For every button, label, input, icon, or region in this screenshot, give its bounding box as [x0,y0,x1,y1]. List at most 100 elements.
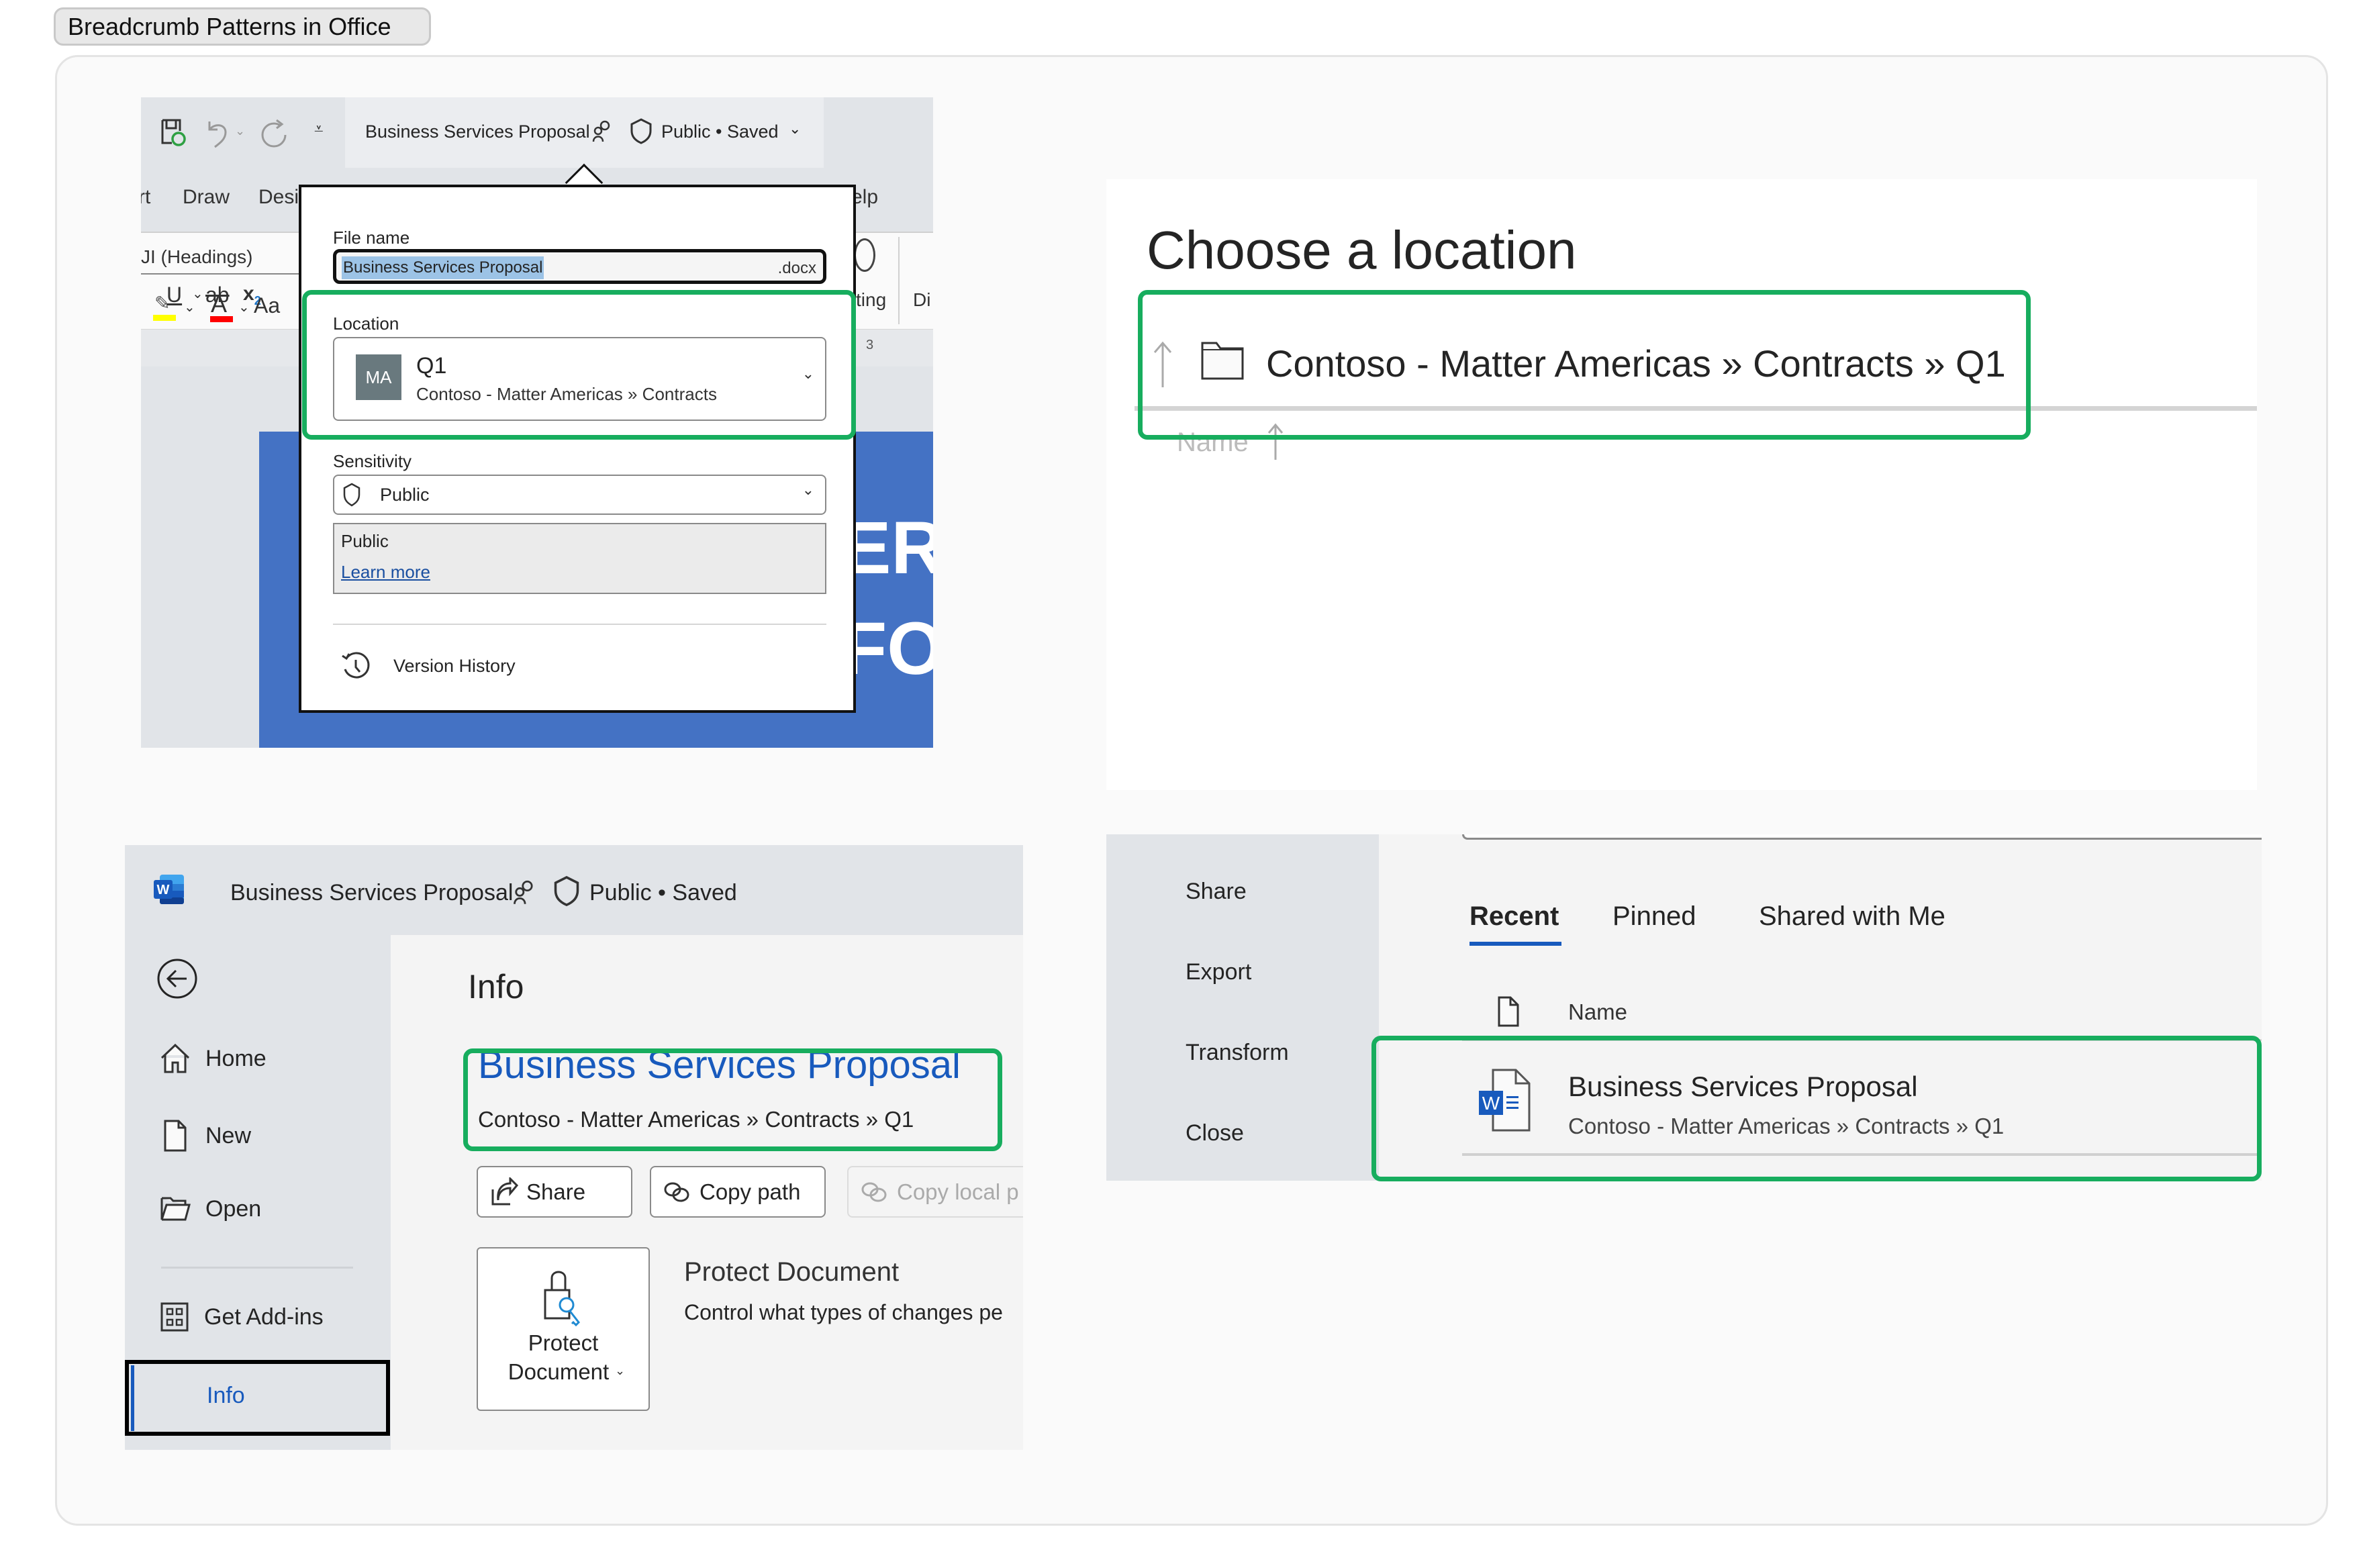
location-breadcrumb[interactable]: Contoso - Matter Americas » Contracts » … [1266,342,2006,385]
version-history-label: Version History [393,656,516,676]
tab-design[interactable]: Desi [258,186,299,209]
copy-local-path-button[interactable]: Copy local p [847,1166,1023,1218]
share-button[interactable]: Share [477,1166,632,1218]
info-doc-title: Business Services Proposal [478,1043,961,1087]
file-type-icon [1498,996,1519,1027]
info-doc-path: Contoso - Matter Americas » Contracts » … [478,1107,914,1132]
search-box-edge [1462,834,2262,840]
row-separator [1462,1039,2262,1041]
doc-title[interactable]: Business Services Proposal [365,121,590,142]
sort-ascending-icon[interactable] [1267,422,1284,461]
protect-document-button[interactable]: Protect Document ⌄ [477,1247,650,1411]
tab-pinned[interactable]: Pinned [1612,901,1696,932]
sidebar-item-label: Get Add-ins [204,1304,324,1330]
tab-draw[interactable]: Draw [183,186,230,209]
info-pane: Info Business Services Proposal Contoso … [391,935,1023,1450]
sidebar-item-label: Open [205,1195,262,1222]
name-column-header[interactable]: Name [1177,428,1249,458]
back-icon[interactable] [156,957,199,1000]
new-document-icon [164,1120,187,1152]
sidebar-item-label: Home [205,1045,267,1071]
tab-insert[interactable]: rt [141,186,150,209]
chevron-down-icon: ⌄ [615,1364,626,1377]
sensitivity-label: Sensitivity [333,451,412,471]
lock-key-icon [544,1271,580,1327]
tab-shared-with-me[interactable]: Shared with Me [1759,901,1945,932]
font-color-dropdown-icon[interactable]: ⌄ [238,299,250,315]
sidebar-item-label: New [205,1122,252,1148]
location-label: Location [333,313,399,334]
up-arrow-icon[interactable] [1153,340,1172,389]
doc-title: Business Services Proposal [230,880,514,905]
status-text: Public • Saved [589,880,737,905]
styles-label: ting [856,289,887,310]
file-extension: .docx [777,259,816,277]
share-icon [491,1177,518,1205]
svg-text:W: W [157,883,170,897]
protect-heading: Protect Document [684,1257,900,1287]
location-path: Contoso - Matter Americas » Contracts [416,384,717,404]
active-tab-indicator [1469,942,1561,946]
file-info-dialog: File name Business Services Proposal .do… [299,185,856,713]
copy-path-button[interactable]: Copy path [650,1166,826,1218]
highlight-icon[interactable]: ✎ [154,292,170,314]
sidebar-item-share[interactable]: Share [1186,879,1247,905]
sidebar-item-export[interactable]: Export [1186,959,1251,985]
file-name-value: Business Services Proposal [342,256,544,279]
chevron-down-icon[interactable]: ⌄ [789,120,801,138]
shield-icon [343,483,360,507]
sidebar-item-new[interactable]: New [160,1119,251,1153]
page-title-badge: Breadcrumb Patterns in Office [54,7,431,46]
file-path: Contoso - Matter Americas » Contracts » … [1568,1114,2005,1138]
customize-qat-icon[interactable]: ⩡ [314,120,324,139]
chevron-down-icon: ⌄ [802,365,814,382]
word-app-icon: W [154,875,184,904]
backstage-open-example: Share Export Transform Close Recent Pinn… [1106,834,2262,1181]
ruler-number: 3 [866,338,874,352]
chevron-down-icon: ⌄ [802,481,814,498]
sidebar-item-transform[interactable]: Transform [1186,1040,1289,1066]
choose-location-heading: Choose a location [1147,220,1577,280]
selected-indicator [131,1365,134,1431]
font-name-box[interactable]: JI (Headings) [141,240,299,275]
location-avatar: MA [356,354,401,400]
highlight-color-swatch [153,315,176,321]
sensitivity-info-title: Public [341,531,389,551]
highlight-dropdown-icon[interactable]: ⌄ [184,299,195,315]
location-select[interactable]: MA Q1 Contoso - Matter Americas » Contra… [333,337,826,421]
version-history-button[interactable]: Version History [333,644,826,691]
file-name-input[interactable]: Business Services Proposal .docx [333,249,826,284]
file-row[interactable]: W Business Services Proposal Contoso - M… [1462,1044,2262,1151]
learn-more-link[interactable]: Learn more [341,562,430,583]
word-document-icon: W [1479,1069,1531,1132]
font-color-icon[interactable]: A [211,290,227,318]
divider [333,624,826,625]
info-heading: Info [468,968,524,1006]
sidebar-item-home[interactable]: Home [160,1043,267,1074]
sidebar-item-close[interactable]: Close [1186,1120,1244,1146]
copy-path-label: Copy path [700,1179,801,1204]
status-text[interactable]: Public • Saved [661,121,779,142]
folder-icon [1201,342,1244,380]
protect-description: Control what types of changes pe [684,1300,1003,1324]
name-column-header[interactable]: Name [1568,999,1627,1025]
history-icon [342,652,370,679]
file-name: Business Services Proposal [1568,1071,1918,1102]
style-gallery-icon[interactable] [854,238,875,272]
sensitivity-select[interactable]: Public ⌄ [333,475,826,515]
separator [1135,406,2257,411]
sidebar-item-get-add-ins[interactable]: Get Add-ins [160,1302,324,1332]
tab-recent[interactable]: Recent [1469,901,1559,932]
file-name-label: File name [333,228,410,248]
dictate-label: Di [913,289,931,310]
autosave-icon[interactable] [160,117,187,147]
redo-icon[interactable] [259,117,289,150]
undo-icon[interactable] [205,119,230,148]
location-name: Q1 [416,353,447,379]
shield-icon [554,876,579,907]
sidebar-item-open[interactable]: Open [160,1195,261,1222]
sidebar-item-info[interactable]: Info [125,1360,390,1436]
copy-local-path-label: Copy local p [897,1179,1019,1204]
undo-dropdown-icon[interactable]: ⌄ [235,124,245,138]
change-case-icon[interactable]: Aa [254,293,280,318]
